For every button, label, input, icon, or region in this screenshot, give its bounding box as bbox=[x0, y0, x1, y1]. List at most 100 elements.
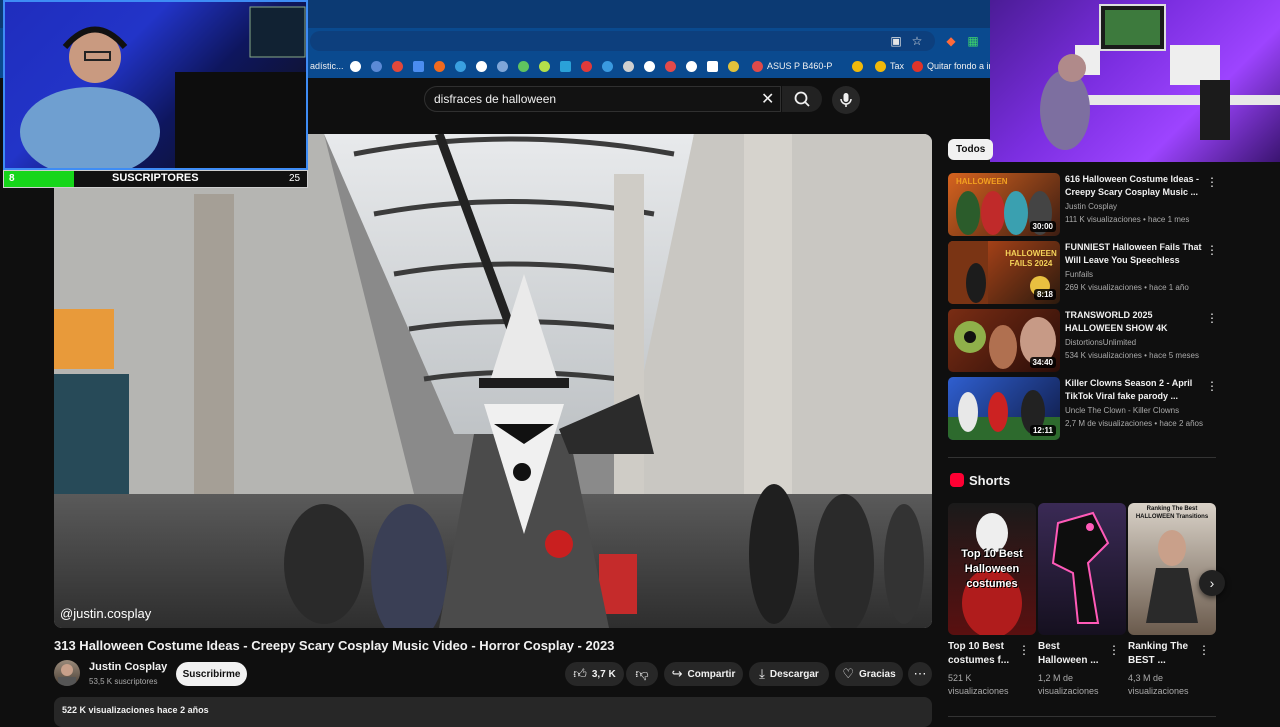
video-duration: 30:00 bbox=[1029, 221, 1056, 232]
short-overlay-text: Ranking The Best HALLOWEEN Transitions bbox=[1135, 506, 1209, 520]
short-title[interactable]: Top 10 Best costumes f... bbox=[948, 640, 1020, 668]
video-watermark: @justin.cosplay bbox=[60, 606, 152, 621]
recommendation-thumbnail: 34:40 bbox=[948, 309, 1060, 372]
bookmark-asus[interactable]: ASUS P B460-P bbox=[752, 58, 832, 74]
recommendation-thumbnail: HALLOWEEN 30:00 bbox=[948, 173, 1060, 236]
recommendation-title: TRANSWORLD 2025 HALLOWEEN SHOW 4K bbox=[1065, 310, 1168, 333]
recommendation-channel: DistortionsUnlimited bbox=[1065, 338, 1137, 347]
short-views: 521 K visualizaciones bbox=[948, 673, 1009, 696]
filter-chip-all[interactable]: Todos bbox=[948, 139, 994, 160]
subscribe-button[interactable]: Suscribirme bbox=[176, 662, 247, 686]
subscriber-goal-target: 25 bbox=[289, 173, 301, 184]
bookmark-docs[interactable] bbox=[413, 58, 428, 74]
more-options-icon[interactable]: ⋮ bbox=[1018, 643, 1030, 657]
recommendation-meta: 269 K visualizaciones • hace 1 año bbox=[1065, 283, 1189, 292]
short-title[interactable]: Ranking The BEST ... bbox=[1128, 640, 1200, 668]
description-meta: 522 K visualizaciones hace 2 años bbox=[62, 705, 209, 715]
short-thumbnail[interactable] bbox=[1038, 503, 1126, 635]
install-app-icon[interactable]: ▣ bbox=[889, 34, 903, 48]
bookmark-item[interactable] bbox=[455, 58, 470, 74]
bookmark-gmail[interactable] bbox=[392, 58, 407, 74]
search-query: disfraces de halloween bbox=[434, 92, 557, 106]
thanks-label: Gracias bbox=[858, 668, 896, 680]
extension-icon[interactable]: ◆ bbox=[944, 34, 958, 48]
thumbs-up-icon: 👍︎ bbox=[573, 666, 587, 681]
thanks-heart-icon: ♡ bbox=[842, 666, 854, 681]
webcam-overlay-left bbox=[3, 0, 308, 170]
bookmark-item[interactable] bbox=[852, 58, 867, 74]
section-divider bbox=[948, 716, 1216, 717]
bookmark-remove-bg[interactable]: Quitar fondo a im bbox=[912, 58, 996, 74]
bookmark-item[interactable] bbox=[581, 58, 596, 74]
more-options-icon[interactable]: ⋮ bbox=[1206, 379, 1218, 393]
channel-name[interactable]: Justin Cosplay bbox=[89, 661, 167, 673]
section-divider bbox=[948, 457, 1216, 458]
thumbnail-text: HALLOWEEN FAILS 2024 bbox=[1005, 249, 1057, 268]
bookmark-item[interactable] bbox=[518, 58, 533, 74]
short-views: 4,3 M de visualizaciones bbox=[1128, 673, 1189, 696]
short-title[interactable]: Best Halloween ... bbox=[1038, 640, 1110, 668]
more-actions-button[interactable]: ⋯ bbox=[908, 662, 932, 686]
recommendation-item[interactable]: HALLOWEEN 30:00 616 Halloween Costume Id… bbox=[948, 173, 1218, 237]
download-icon: ⤓ bbox=[759, 666, 765, 681]
like-count: 3,7 K bbox=[591, 668, 616, 680]
bookmark-item[interactable] bbox=[728, 58, 743, 74]
bookmark-item[interactable]: adístic... bbox=[310, 58, 344, 74]
download-button[interactable]: ⤓ Descargar bbox=[749, 662, 829, 686]
recommendation-title: 616 Halloween Costume Ideas - Creepy Sca… bbox=[1065, 174, 1200, 197]
clear-search-icon[interactable]: ✕ bbox=[761, 89, 774, 109]
more-options-icon[interactable]: ⋮ bbox=[1198, 643, 1210, 657]
bookmark-github[interactable] bbox=[644, 58, 659, 74]
address-bar[interactable] bbox=[310, 31, 935, 51]
recommendation-thumbnail: HALLOWEEN FAILS 2024 8:18 bbox=[948, 241, 1060, 304]
extension-icon[interactable]: ▦ bbox=[966, 34, 980, 48]
recommendation-title: Killer Clowns Season 2 - April TikTok Vi… bbox=[1065, 378, 1193, 401]
share-button[interactable]: ↪ Compartir bbox=[664, 662, 743, 686]
video-player[interactable] bbox=[54, 134, 932, 628]
subscriber-goal-label: SUSCRIPTORES bbox=[112, 172, 199, 184]
more-options-icon[interactable]: ⋮ bbox=[1206, 243, 1218, 257]
dislike-button[interactable]: 👎︎ bbox=[626, 662, 658, 686]
recommendation-meta: 2,7 M de visualizaciones • hace 2 años bbox=[1065, 419, 1203, 428]
subscriber-goal-current: 8 bbox=[9, 173, 15, 184]
shorts-icon bbox=[950, 473, 964, 487]
channel-avatar[interactable] bbox=[54, 660, 80, 686]
bookmark-item[interactable] bbox=[686, 58, 701, 74]
voice-search-button[interactable] bbox=[832, 86, 860, 114]
bookmark-info[interactable] bbox=[476, 58, 491, 74]
recommendation-item[interactable]: 12:11 Killer Clowns Season 2 - April Tik… bbox=[948, 377, 1218, 441]
bookmark-item[interactable] bbox=[434, 58, 449, 74]
shorts-heading: Shorts bbox=[969, 473, 1011, 488]
recommendation-channel: Funfails bbox=[1065, 270, 1094, 279]
bookmark-item[interactable] bbox=[560, 58, 575, 74]
webcam-overlay-right bbox=[990, 0, 1280, 162]
more-options-icon[interactable]: ⋮ bbox=[1206, 175, 1218, 189]
bookmark-item[interactable] bbox=[665, 58, 680, 74]
more-options-icon[interactable]: ⋮ bbox=[1108, 643, 1120, 657]
thanks-button[interactable]: ♡ Gracias bbox=[835, 662, 903, 686]
bookmark-item[interactable] bbox=[623, 58, 638, 74]
bookmark-star-icon[interactable]: ☆ bbox=[910, 34, 924, 48]
short-thumbnail[interactable]: Top 10 Best Halloween costumes bbox=[948, 503, 1036, 635]
more-options-icon[interactable]: ⋮ bbox=[1206, 311, 1218, 325]
shorts-next-button[interactable]: › bbox=[1199, 570, 1225, 596]
like-button[interactable]: 👍︎ 3,7 K bbox=[565, 662, 624, 686]
search-button[interactable] bbox=[782, 86, 822, 112]
bookmark-item[interactable] bbox=[371, 58, 386, 74]
bookmark-item[interactable] bbox=[707, 58, 722, 74]
microphone-icon bbox=[840, 93, 852, 107]
thumbs-down-icon: 👎︎ bbox=[635, 666, 649, 681]
short-thumbnail[interactable]: Ranking The Best HALLOWEEN Transitions bbox=[1128, 503, 1216, 635]
video-title: 313 Halloween Costume Ideas - Creepy Sca… bbox=[54, 638, 615, 653]
video-frame-image bbox=[54, 134, 932, 628]
recommendation-item[interactable]: HALLOWEEN FAILS 2024 8:18 FUNNIEST Hallo… bbox=[948, 241, 1218, 305]
bookmark-item[interactable] bbox=[539, 58, 554, 74]
bookmark-item[interactable] bbox=[602, 58, 617, 74]
bookmark-tax[interactable]: Tax bbox=[875, 58, 904, 74]
channel-subscriber-count: 53,5 K suscriptores bbox=[89, 677, 158, 686]
recommendation-channel: Justin Cosplay bbox=[1065, 202, 1118, 211]
bookmark-item[interactable] bbox=[497, 58, 512, 74]
recommendation-item[interactable]: 34:40 TRANSWORLD 2025 HALLOWEEN SHOW 4K … bbox=[948, 309, 1218, 373]
bookmark-google[interactable] bbox=[350, 58, 365, 74]
thumbnail-text: HALLOWEEN bbox=[956, 177, 1008, 186]
